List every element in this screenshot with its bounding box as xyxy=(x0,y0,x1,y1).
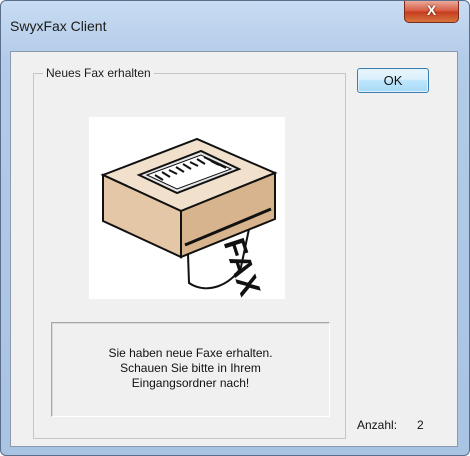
close-button[interactable]: X xyxy=(404,1,459,23)
window-title: SwyxFax Client xyxy=(10,18,107,34)
message-panel: Sie haben neue Faxe erhalten. Schauen Si… xyxy=(51,322,330,417)
dialog-client-area: Neues Fax erhalten FAX Sie haben neue Fa… xyxy=(10,51,458,447)
groupbox-label: Neues Fax erhalten xyxy=(43,66,154,80)
close-icon: X xyxy=(426,2,437,18)
count-value: 2 xyxy=(417,418,424,432)
ok-button[interactable]: OK xyxy=(357,68,429,93)
count-label: Anzahl: xyxy=(357,418,398,432)
new-fax-groupbox: Neues Fax erhalten FAX Sie haben neue Fa… xyxy=(33,66,346,439)
fax-paper-text: FAX xyxy=(217,234,266,299)
fax-machine-icon: FAX xyxy=(89,117,285,300)
message-text: Sie haben neue Faxe erhalten. Schauen Si… xyxy=(108,346,273,390)
dialog-window: SwyxFax Client X Neues Fax erhalten FAX … xyxy=(0,0,470,456)
title-bar[interactable]: SwyxFax Client X xyxy=(1,1,469,33)
